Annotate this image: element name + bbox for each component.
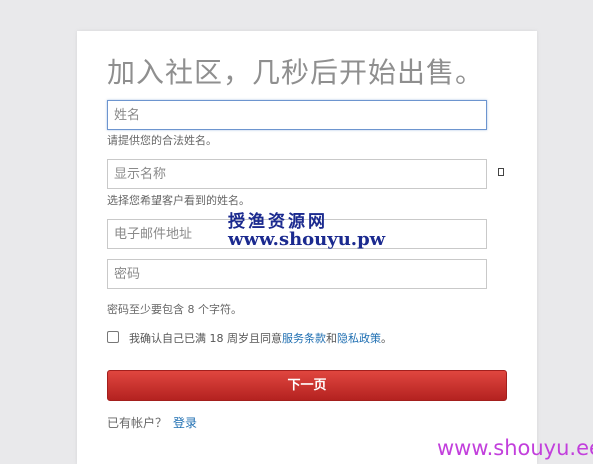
consent-suffix: 。 [381,332,392,345]
watermark-url: www.shouyu.pw [228,229,386,250]
page-title: 加入社区，几秒后开始出售。 [107,56,485,89]
consent-text: 我确认自己已满 18 周岁且同意服务条款和隐私政策。 [129,330,392,346]
display-name-field[interactable] [107,159,487,189]
info-icon[interactable] [498,168,504,176]
terms-link[interactable]: 服务条款 [282,332,326,345]
name-field[interactable] [107,100,487,130]
consent-and: 和 [326,332,337,345]
watermark-corner-url: www.shouyu.ee [437,436,593,460]
login-link[interactable]: 登录 [173,416,197,430]
password-field[interactable] [107,259,487,289]
name-hint: 请提供您的合法姓名。 [107,134,217,147]
next-button[interactable]: 下一页 [107,370,507,401]
privacy-link[interactable]: 隐私政策 [337,332,381,345]
password-hint: 密码至少要包含 8 个字符。 [107,303,242,316]
display-name-hint: 选择您希望客户看到的姓名。 [107,194,250,207]
age-consent-checkbox[interactable] [107,331,119,343]
login-row: 已有帐户？ 登录 [107,414,197,431]
consent-prefix: 我确认自己已满 18 周岁且同意 [129,332,282,345]
login-prompt: 已有帐户？ [107,416,168,430]
